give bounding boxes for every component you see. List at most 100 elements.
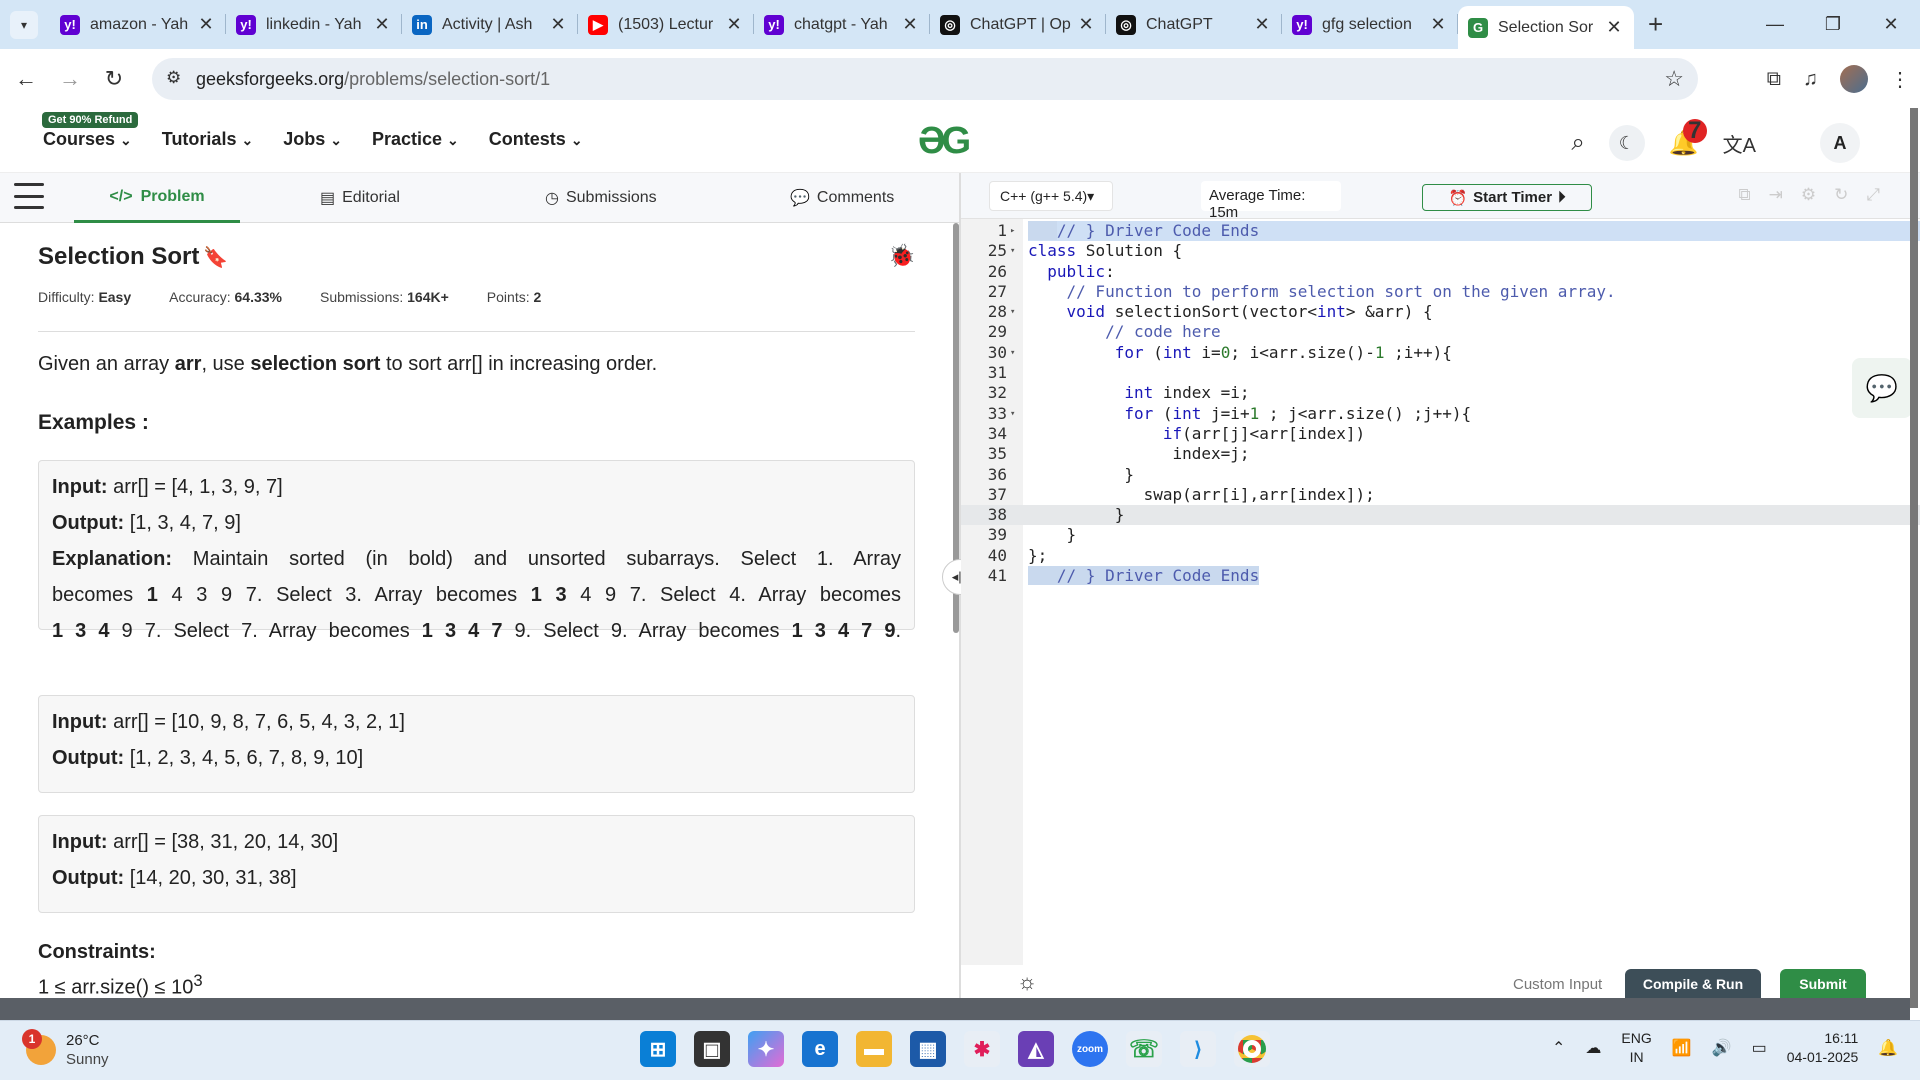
close-tab-icon[interactable]: ✕ bbox=[1076, 14, 1096, 35]
minimize-icon[interactable]: — bbox=[1746, 0, 1804, 49]
profile-avatar[interactable] bbox=[1840, 65, 1868, 93]
browser-tab[interactable]: ◎ ChatGPT | Op ✕ bbox=[930, 0, 1106, 49]
browser-tab[interactable]: y! amazon - Yah ✕ bbox=[50, 0, 226, 49]
code-line[interactable]: 26 public: bbox=[961, 262, 1920, 282]
notification-bell-icon[interactable]: 🔔 7 bbox=[1669, 117, 1707, 158]
tab-comments[interactable]: 💬 Comments bbox=[790, 173, 894, 223]
browser-tab[interactable]: in Activity | Ash ✕ bbox=[402, 0, 578, 49]
maximize-icon[interactable]: ❐ bbox=[1804, 0, 1862, 49]
visual-studio-icon[interactable]: ◭ bbox=[1018, 1031, 1054, 1067]
back-icon[interactable]: ← bbox=[8, 66, 44, 92]
start-timer-button[interactable]: ⏰ Start Timer ⏵ bbox=[1422, 184, 1592, 211]
nav-courses[interactable]: Courses ⌄ bbox=[43, 129, 132, 150]
tab-problem[interactable]: </> Problem bbox=[74, 173, 240, 223]
page-scrollbar[interactable] bbox=[1910, 108, 1918, 1008]
nav-practice[interactable]: Practice ⌄ bbox=[372, 129, 459, 150]
gfg-logo-icon[interactable]: ƏG bbox=[918, 121, 994, 161]
nav-jobs[interactable]: Jobs ⌄ bbox=[283, 129, 342, 150]
file-explorer-icon[interactable]: ▬ bbox=[856, 1031, 892, 1067]
copilot-icon[interactable]: ✦ bbox=[748, 1031, 784, 1067]
submit-button[interactable]: Submit bbox=[1780, 969, 1866, 999]
browser-tab[interactable]: ▶ (1503) Lectur ✕ bbox=[578, 0, 754, 49]
bookmark-star-icon[interactable]: ☆ bbox=[1664, 66, 1684, 92]
browser-tab[interactable]: y! linkedin - Yah ✕ bbox=[226, 0, 402, 49]
edge-icon[interactable]: e bbox=[802, 1031, 838, 1067]
reset-icon[interactable]: ↻ bbox=[1834, 185, 1848, 205]
code-line[interactable]: 34 if(arr[j]<arr[index]) bbox=[961, 424, 1920, 444]
reload-icon[interactable]: ↻ bbox=[96, 66, 132, 92]
close-tab-icon[interactable]: ✕ bbox=[196, 14, 216, 35]
search-icon[interactable]: ⌕ bbox=[1571, 129, 1584, 157]
code-line[interactable]: 27 // Function to perform selection sort… bbox=[961, 282, 1920, 302]
close-tab-icon[interactable]: ✕ bbox=[372, 14, 392, 35]
tab-editorial[interactable]: ▤ Editorial bbox=[320, 173, 400, 223]
code-line[interactable]: 30 ▾ for (int i=0; i<arr.size()-1 ;i++){ bbox=[961, 343, 1920, 363]
code-line[interactable]: 28 ▾ void selectionSort(vector<int> &arr)… bbox=[961, 302, 1920, 322]
nav-contests[interactable]: Contests ⌄ bbox=[489, 129, 583, 150]
close-tab-icon[interactable]: ✕ bbox=[900, 14, 920, 35]
close-tab-icon[interactable]: ✕ bbox=[1252, 14, 1272, 35]
browser-menu-icon[interactable]: ⋮ bbox=[1890, 67, 1910, 92]
onedrive-icon[interactable]: ☁ bbox=[1585, 1038, 1601, 1058]
nav-tutorials[interactable]: Tutorials ⌄ bbox=[162, 129, 253, 150]
whatsapp-icon[interactable]: ☏ bbox=[1126, 1031, 1162, 1067]
close-tab-icon[interactable]: ✕ bbox=[548, 14, 568, 35]
close-tab-icon[interactable]: ✕ bbox=[1604, 17, 1624, 38]
fold-arrow-icon[interactable]: ▾ bbox=[1010, 241, 1022, 261]
fold-arrow-icon[interactable]: ▸ bbox=[1010, 221, 1022, 241]
chat-bubble-icon[interactable]: 💬 bbox=[1852, 358, 1912, 418]
extensions-icon[interactable]: ⧉ bbox=[1767, 68, 1781, 91]
fold-arrow-icon[interactable]: ▾ bbox=[1010, 404, 1022, 424]
volume-icon[interactable]: 🔊 bbox=[1712, 1038, 1732, 1058]
custom-input-button[interactable]: Custom Input bbox=[1513, 976, 1602, 993]
browser-tab[interactable]: G Selection Sor ✕ bbox=[1458, 6, 1634, 49]
code-line[interactable]: 32 int index =i; bbox=[961, 383, 1920, 403]
code-area[interactable]: 1 ▸ // } Driver Code Ends 25 ▾ class Solutio… bbox=[961, 221, 1920, 586]
new-tab-icon[interactable]: + bbox=[1648, 9, 1663, 40]
export-icon[interactable]: ⇥ bbox=[1769, 185, 1783, 205]
start-icon[interactable]: ⊞ bbox=[640, 1031, 676, 1067]
notification-center-icon[interactable]: 🔔 bbox=[1878, 1038, 1898, 1058]
horizontal-scrollbar[interactable] bbox=[0, 998, 1910, 1020]
tab-search-icon[interactable]: ▾ bbox=[10, 10, 38, 39]
store-icon[interactable]: ▦ bbox=[910, 1031, 946, 1067]
copy-icon[interactable]: ⧉ bbox=[1739, 185, 1751, 205]
code-line[interactable]: 29 // code here bbox=[961, 322, 1920, 342]
media-control-icon[interactable]: ♫ bbox=[1803, 68, 1818, 91]
close-tab-icon[interactable]: ✕ bbox=[1428, 14, 1448, 35]
code-line[interactable]: 41 // } Driver Code Ends bbox=[961, 566, 1920, 586]
code-line[interactable]: 40}; bbox=[961, 546, 1920, 566]
zoom-icon[interactable]: zoom bbox=[1072, 1031, 1108, 1067]
code-line[interactable]: 36 } bbox=[961, 465, 1920, 485]
browser-tab[interactable]: ◎ ChatGPT ✕ bbox=[1106, 0, 1282, 49]
input-language[interactable]: ENG IN bbox=[1621, 1029, 1651, 1067]
dark-mode-icon[interactable]: ☾ bbox=[1608, 125, 1645, 161]
chevron-up-icon[interactable]: ⌃ bbox=[1552, 1038, 1565, 1058]
bookmark-icon[interactable]: 🔖 bbox=[203, 247, 228, 269]
url-field[interactable]: ⚙ geeksforgeeks.org/problems/selection-s… bbox=[152, 58, 1698, 100]
compile-run-button[interactable]: Compile & Run bbox=[1625, 969, 1761, 999]
browser-tab[interactable]: y! chatgpt - Yah ✕ bbox=[754, 0, 930, 49]
tab-submissions[interactable]: ◷ Submissions bbox=[545, 173, 657, 223]
fullscreen-icon[interactable]: ⤢ bbox=[1866, 185, 1880, 205]
code-line[interactable]: 1 ▸ // } Driver Code Ends bbox=[961, 221, 1920, 241]
close-window-icon[interactable]: ✕ bbox=[1862, 0, 1920, 49]
site-settings-icon[interactable]: ⚙ bbox=[166, 68, 181, 88]
chrome-icon[interactable] bbox=[1234, 1031, 1270, 1067]
fold-arrow-icon[interactable]: ▾ bbox=[1010, 302, 1022, 322]
code-line[interactable]: 33 ▾ for (int j=i+1 ; j<arr.size() ;j++){ bbox=[961, 404, 1920, 424]
code-line[interactable]: 39 } bbox=[961, 525, 1920, 545]
task-view-icon[interactable]: ▣ bbox=[694, 1031, 730, 1067]
code-line[interactable]: 35 index=j; bbox=[961, 444, 1920, 464]
slack-icon[interactable]: ✱ bbox=[964, 1031, 1000, 1067]
browser-tab[interactable]: y! gfg selection ✕ bbox=[1282, 0, 1458, 49]
theme-sun-icon[interactable]: ☼ bbox=[1017, 969, 1037, 995]
code-line[interactable]: 38 } bbox=[961, 505, 1920, 526]
vscode-icon[interactable]: ⟩ bbox=[1180, 1031, 1216, 1067]
user-avatar[interactable]: A bbox=[1820, 123, 1860, 163]
translate-icon[interactable]: 文A bbox=[1723, 129, 1756, 158]
wifi-icon[interactable]: 📶 bbox=[1672, 1038, 1692, 1058]
fold-arrow-icon[interactable]: ▾ bbox=[1010, 343, 1022, 363]
forward-icon[interactable]: → bbox=[52, 66, 88, 92]
code-line[interactable]: 31 bbox=[961, 363, 1920, 383]
